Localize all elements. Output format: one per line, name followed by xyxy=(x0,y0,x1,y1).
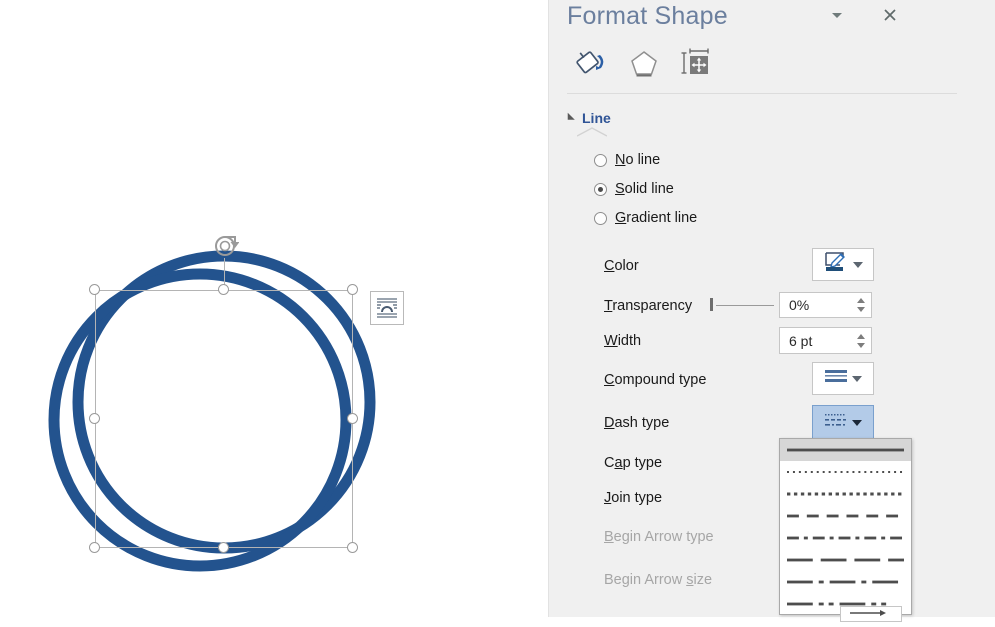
chevron-down-icon[interactable] xyxy=(852,420,862,426)
section-header-line[interactable]: Line xyxy=(567,110,611,126)
color-swatch xyxy=(826,267,843,271)
radio-label: Solid line xyxy=(615,181,674,197)
section-label: Line xyxy=(582,110,611,126)
chevron-down-icon[interactable] xyxy=(852,376,862,382)
dash-line-icon xyxy=(824,411,848,436)
handle-bottom-left[interactable] xyxy=(89,542,100,553)
handle-top-left[interactable] xyxy=(89,284,100,295)
pane-header: Format Shape xyxy=(549,0,995,40)
dash-type-dropdown[interactable] xyxy=(779,438,912,615)
join-type-label: Join type xyxy=(604,490,662,506)
layout-options-icon[interactable] xyxy=(370,291,404,325)
radio-gradient-line[interactable]: Gradient line xyxy=(594,210,697,226)
collapse-triangle-icon[interactable] xyxy=(564,113,575,124)
width-label: Width xyxy=(604,333,641,349)
transparency-label: Transparency xyxy=(604,298,692,314)
stepper-up-icon[interactable] xyxy=(857,298,865,303)
slider-track xyxy=(716,305,774,306)
width-stepper[interactable]: 6 pt xyxy=(779,327,872,354)
layout-size-icon[interactable] xyxy=(673,40,719,86)
radio-label: Gradient line xyxy=(615,210,697,226)
stepper-arrows[interactable] xyxy=(851,293,871,317)
paint-bucket-icon[interactable] xyxy=(569,40,615,86)
radio-solid-line[interactable]: Solid line xyxy=(594,181,674,197)
close-icon[interactable] xyxy=(877,2,903,28)
radio-no-line[interactable]: NNo lineo line xyxy=(594,152,660,168)
dash-option-dash[interactable] xyxy=(780,505,911,527)
transparency-slider[interactable] xyxy=(710,298,775,312)
pane-divider xyxy=(567,93,957,94)
compound-type-label: Compound type xyxy=(604,372,706,388)
chevron-down-icon[interactable] xyxy=(853,262,863,268)
radio-indicator[interactable] xyxy=(594,183,607,196)
page-title: Format Shape xyxy=(567,2,728,31)
radio-label: NNo lineo line xyxy=(615,152,660,168)
color-label: Color xyxy=(604,258,639,274)
document-canvas[interactable] xyxy=(0,0,548,617)
begin-arrow-size-label: Begin Arrow size xyxy=(604,572,712,588)
color-button[interactable] xyxy=(812,248,874,281)
dash-option-long-dash-dot[interactable] xyxy=(780,571,911,593)
handle-middle-left[interactable] xyxy=(89,413,100,424)
dash-option-square-dot[interactable] xyxy=(780,483,911,505)
arrow-style-preview[interactable] xyxy=(840,606,902,622)
stepper-up-icon[interactable] xyxy=(857,334,865,339)
dash-option-solid[interactable] xyxy=(780,439,911,461)
handle-bottom-center[interactable] xyxy=(218,542,229,553)
handle-top-right[interactable] xyxy=(347,284,358,295)
slider-thumb[interactable] xyxy=(710,298,713,311)
radio-indicator[interactable] xyxy=(594,154,607,167)
stepper-arrows[interactable] xyxy=(851,328,871,353)
dash-option-dash-dot[interactable] xyxy=(780,527,911,549)
width-value[interactable]: 6 pt xyxy=(780,333,851,349)
pane-tabs xyxy=(549,40,995,92)
stepper-down-icon[interactable] xyxy=(857,343,865,348)
pen-color-icon xyxy=(823,250,849,279)
cap-type-label: Cap type xyxy=(604,455,662,471)
begin-arrow-type-label: Begin Arrow type xyxy=(604,529,714,545)
transparency-stepper[interactable]: 0% xyxy=(779,292,872,318)
rotate-icon[interactable] xyxy=(211,232,239,260)
radio-indicator[interactable] xyxy=(594,212,607,225)
chevron-down-icon[interactable] xyxy=(824,2,850,28)
dash-type-button[interactable] xyxy=(812,405,874,441)
pentagon-icon[interactable] xyxy=(621,40,667,86)
handle-top-center[interactable] xyxy=(218,284,229,295)
stepper-down-icon[interactable] xyxy=(857,307,865,312)
handle-middle-right[interactable] xyxy=(347,413,358,424)
handle-bottom-right[interactable] xyxy=(347,542,358,553)
compound-line-icon xyxy=(824,367,848,390)
transparency-value[interactable]: 0% xyxy=(780,297,851,313)
dash-option-round-dot[interactable] xyxy=(780,461,911,483)
dash-option-long-dash[interactable] xyxy=(780,549,911,571)
selection-bounding-box xyxy=(95,290,353,548)
compound-type-button[interactable] xyxy=(812,362,874,395)
dash-type-label: Dash type xyxy=(604,415,669,431)
app-window: Format Shape xyxy=(0,0,995,617)
